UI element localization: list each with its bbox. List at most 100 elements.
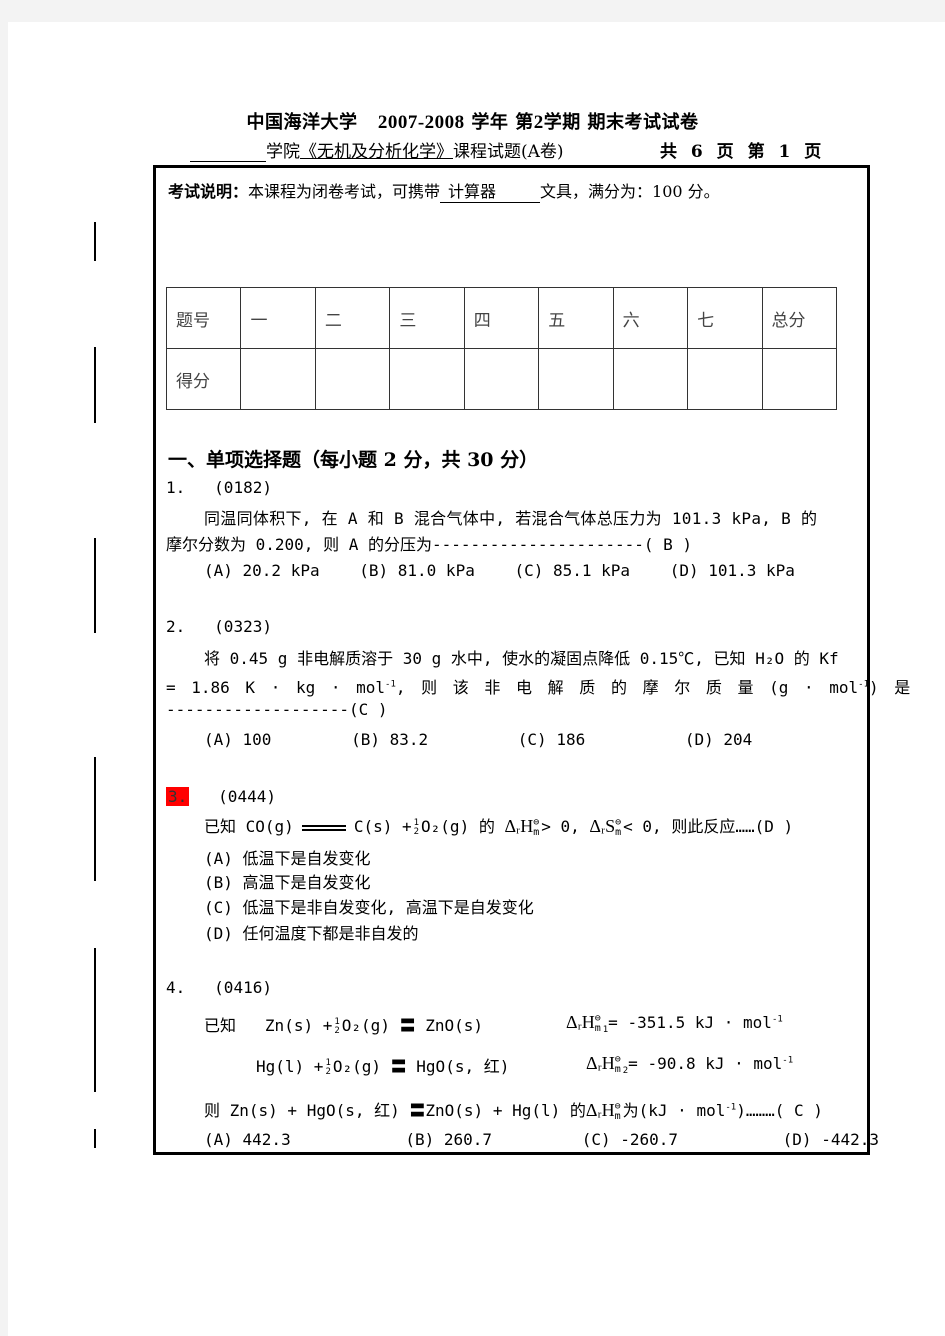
fraction-denominator: 2 (413, 826, 420, 837)
allowed-tool: 计算器 (440, 178, 541, 203)
superscript: -1 (858, 679, 870, 690)
stem-text: 为(kJ · mol (622, 1101, 726, 1120)
molar-subscript: m (614, 1110, 621, 1122)
page-count: 共 6 页 第 1 页 (660, 142, 822, 162)
question-code: (0444) (218, 787, 276, 806)
enthalpy-symbol: ΔᵣH (586, 1053, 615, 1073)
question-2-options: (A) 100 (B) 83.2 (C) 186 (D) 204 (204, 730, 752, 749)
question-2-answer-line: -------------------(C ) (166, 700, 388, 719)
fraction-denominator: 2 (325, 1066, 331, 1077)
enthalpy-symbol: ΔᵣH (585, 1100, 615, 1120)
stem-text: > 0, (541, 817, 580, 836)
binding-margin-mark (94, 538, 96, 633)
molar-subscript: m (594, 1022, 601, 1034)
standard-state-symbol: ⊖ (615, 816, 622, 828)
question-1-header: 1. (0182) (166, 478, 272, 497)
score-cell (314, 348, 391, 410)
binding-margin-mark (94, 222, 96, 261)
score-cell (240, 348, 316, 410)
stem-text: , 则 该 非 电 解 质 的 摩 尔 质 量 (g · mol (395, 678, 859, 697)
question-3-stem: 已知 CO(g) C(s) +1 2 O₂(g) 的 ΔᵣH ⊖ m > 0, ΔᵣS ⊖ m <… (204, 813, 793, 838)
enthalpy-symbol: ΔᵣH (566, 1012, 595, 1032)
question-4-header: 4. (0416) (166, 978, 272, 997)
enthalpy-value: = -351.5 kJ · mol (608, 1013, 772, 1032)
question-code: (0416) (214, 978, 272, 997)
course-name: 《无机及分析化学》 (300, 142, 453, 162)
superscript: -1 (771, 1014, 783, 1025)
score-header-cell: 二 (314, 287, 391, 349)
school-name: 中国海洋大学 (246, 112, 358, 133)
question-2-header: 2. (0323) (166, 617, 272, 636)
question-1-options: (A) 20.2 kPa (B) 81.0 kPa (C) 85.1 kPa (… (204, 561, 795, 580)
option-a: (A) 低温下是自发变化 (204, 849, 371, 868)
question-number: 2. (166, 617, 186, 636)
title-text: 学期 期末考试试卷 (543, 112, 699, 133)
term-number: 2 (533, 112, 544, 133)
option-b: (B) 高温下是自发变化 (204, 873, 371, 892)
option-d: (D) -442.3 (782, 1130, 879, 1149)
superscript: -1 (782, 1055, 794, 1066)
molar-subscript: m (615, 826, 622, 838)
molar-subscript: m (533, 826, 540, 838)
binding-margin-mark (94, 757, 96, 881)
given-label: 已知 (204, 1016, 237, 1035)
option-c: (C) 低温下是非自发变化, 高温下是自发变化 (204, 898, 534, 917)
equation-text: Hg(l) + (256, 1057, 324, 1076)
score-cell (687, 348, 763, 410)
section-title: 一、单项选择题（每小题 2 分，共 30 分） (168, 449, 539, 471)
binding-margin-mark (94, 1129, 96, 1148)
standard-molar-marker: ⊖ m (615, 816, 622, 838)
score-header-cell: 七 (687, 287, 763, 349)
exam-content-box: 考试说明：本课程为闭卷考试，可携带 计算器 文具，满分为：100 分。 题号 一 二… (153, 165, 910, 1155)
option-a: (A) 442.3 (204, 1130, 291, 1149)
score-table-score-row: 得分 (165, 348, 837, 410)
stem-text: 则 Zn(s) + HgO(s, 红) 〓ZnO(s) + Hg(l) 的 (204, 1101, 586, 1120)
question-2-stem: = 1.86 K · kg · mol-1, 则 该 非 电 解 质 的 摩 尔… (166, 674, 910, 698)
option-b: (B) 81.0 kPa (359, 561, 475, 580)
standard-state-symbol: ⊖ (533, 816, 540, 828)
equation-text: O₂(g) 〓 ZnO(s) (341, 1016, 484, 1035)
superscript: -1 (385, 679, 396, 690)
instructions-label: 考试说明： (168, 182, 249, 201)
standard-molar-marker: ⊖ m (594, 1013, 601, 1034)
course-subtitle: 学院《无机及分析化学》课程试题(A卷) (190, 137, 564, 162)
option-b: (B) 83.2 (351, 730, 429, 749)
option-c: (C) -260.7 (581, 1130, 679, 1149)
question-4-options: (A) 442.3 (B) 260.7 (C) -260.7 (D) -442.… (204, 1130, 879, 1149)
college-blank (190, 143, 266, 162)
question-3-header: 3. (0444) (166, 787, 276, 806)
standard-molar-marker: ⊖ m (614, 1101, 621, 1122)
question-code: (0182) (214, 478, 272, 497)
equation-text: O₂(g) 〓 HgO(s, 红) (332, 1057, 510, 1076)
binding-margin-mark (94, 347, 96, 423)
option-d: (D) 204 (684, 730, 753, 749)
score-cell (612, 348, 689, 410)
score-cell (389, 348, 465, 410)
question-1-stem: 同温同体积下, 在 A 和 B 混合气体中, 若混合气体总压力为 101.3 k… (204, 509, 818, 528)
enthalpy-value: = -90.8 kJ · mol (628, 1054, 783, 1073)
question-4-equation-2: Hg(l) +1 2 O₂(g) 〓 HgO(s, 红) (256, 1053, 509, 1077)
college-label: 学院 (266, 142, 300, 162)
score-header-cell: 一 (240, 287, 316, 349)
option-d: (D) 101.3 kPa (669, 561, 795, 580)
score-cell (761, 348, 837, 410)
paper-type: 课程试题(A卷) (453, 142, 564, 162)
question-number: 1. (166, 478, 186, 497)
score-header-cell: 四 (463, 287, 540, 349)
exam-title: 中国海洋大学 2007-2008 学年 第2学期 期末考试试卷 (0, 108, 945, 134)
option-c: (C) 186 (517, 730, 586, 749)
question-4-equation-1: 已知 Zn(s) +1 2 O₂(g) 〓 ZnO(s) (204, 1012, 483, 1036)
superscript: -1 (725, 1102, 737, 1113)
stem-text: ) 是 (869, 678, 911, 697)
question-4-enthalpy-2: ΔᵣH ⊖ m 2= -90.8 kJ · mol-1 (586, 1053, 793, 1076)
entropy-symbol: ΔᵣS (589, 816, 616, 836)
instructions-text: 本课程为闭卷考试，可携带 (248, 182, 441, 201)
score-header-cell: 三 (389, 287, 465, 349)
score-header-cell: 题号 (165, 287, 242, 349)
fraction-half: 12 (334, 1017, 339, 1036)
stem-text: C(s) + (353, 817, 412, 836)
stem-text: 已知 CO(g) (204, 817, 294, 836)
exam-instructions: 考试说明：本课程为闭卷考试，可携带 计算器 文具，满分为：100 分。 (168, 178, 720, 203)
option-a: (A) 20.2 kPa (204, 561, 320, 580)
score-header-cell: 六 (612, 287, 689, 349)
